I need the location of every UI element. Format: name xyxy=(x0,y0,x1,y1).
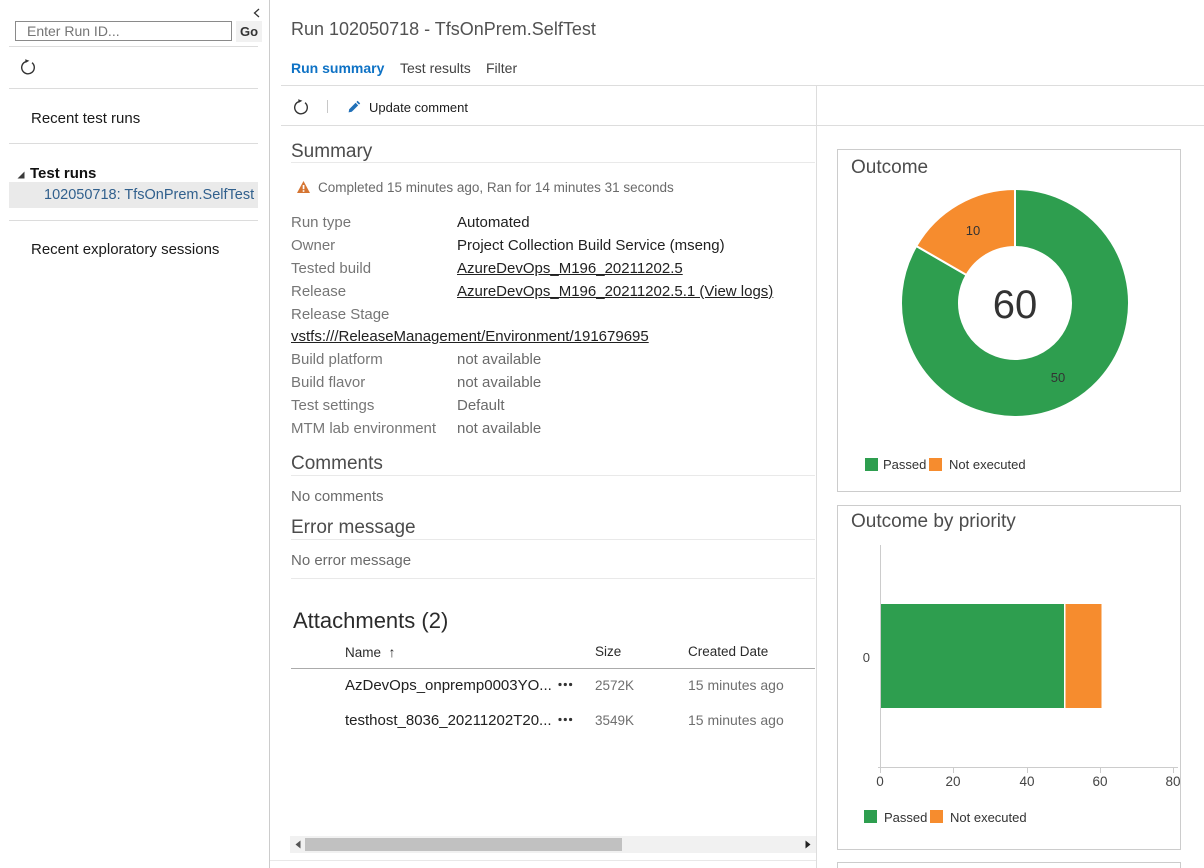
svg-text:40: 40 xyxy=(1019,774,1034,789)
svg-text:80: 80 xyxy=(1165,774,1180,789)
svg-text:60: 60 xyxy=(1092,774,1107,789)
svg-text:10: 10 xyxy=(966,223,980,238)
svg-text:0: 0 xyxy=(863,650,870,665)
svg-text:20: 20 xyxy=(945,774,960,789)
svg-text:50: 50 xyxy=(1051,370,1065,385)
svg-text:0: 0 xyxy=(876,774,884,789)
svg-text:60: 60 xyxy=(993,283,1038,327)
